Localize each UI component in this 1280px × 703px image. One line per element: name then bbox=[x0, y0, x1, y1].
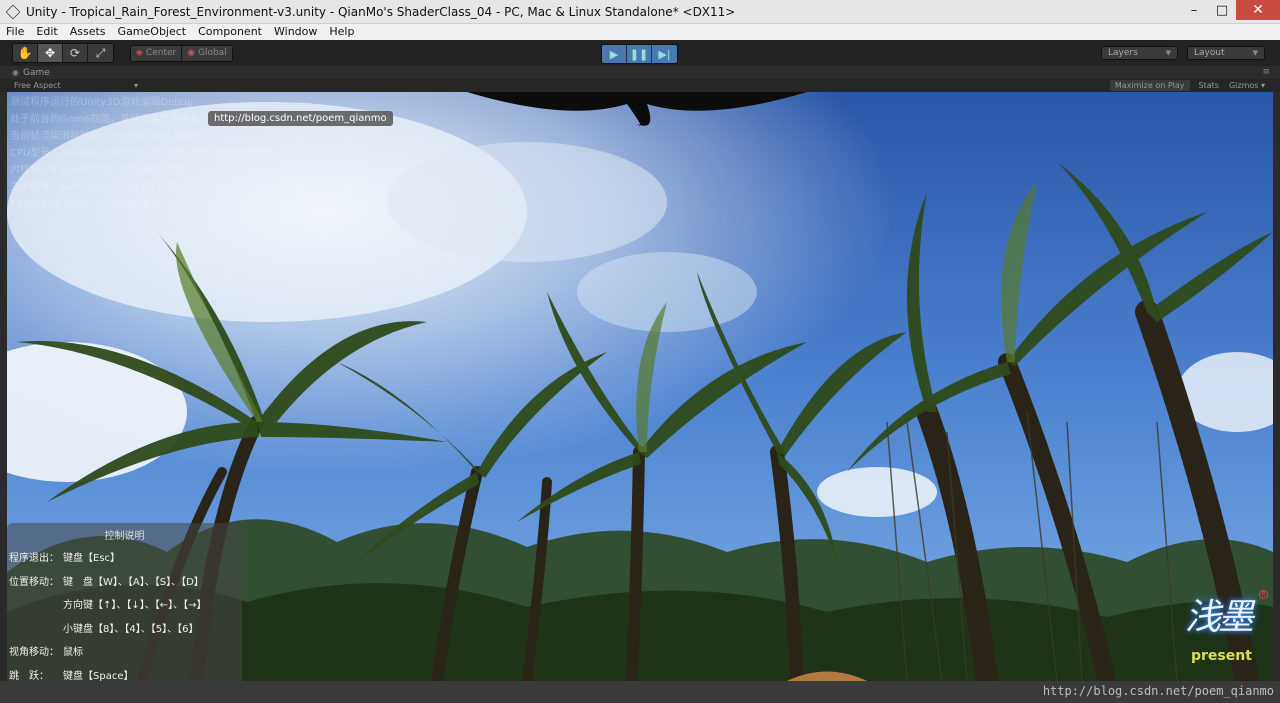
url-tooltip: http://blog.csdn.net/poem_qianmo bbox=[208, 111, 393, 126]
stats-line: 测试程序运行的Unity3D游戏编辑Debug bbox=[10, 97, 194, 108]
layout-label: Layout bbox=[1194, 48, 1225, 58]
stats-line: 内核数：4 core核心数，7919MB 内存 bbox=[10, 165, 186, 176]
help-value: 键盘【Space】 bbox=[63, 671, 134, 681]
game-tab-header: ◉ Game ≡ bbox=[0, 66, 1280, 79]
pivot-center-toggle[interactable]: ◈ Center bbox=[131, 45, 183, 61]
stats-line: 显卡型号：NVIDIA GeForce GTX 750 Ti bbox=[10, 182, 197, 193]
unity-logo-icon bbox=[5, 4, 21, 19]
help-value: 键盘【Esc】 bbox=[63, 553, 121, 564]
help-label: 位置移动： bbox=[9, 577, 59, 588]
title-bar: Unity - Tropical_Rain_Forest_Environment… bbox=[0, 0, 1280, 24]
controls-help-panel: 控制说明 程序退出： 键盘【Esc】 位置移动： 键 盘【W】、【A】、【S】、【D… bbox=[7, 523, 242, 681]
pivot-toggles: ◈ Center ◉ Global bbox=[130, 44, 233, 62]
game-viewport[interactable]: 测试程序运行的Unity3D游戏编辑Debug 处于前台的Game视图，其他渲染… bbox=[7, 92, 1273, 681]
maximize-on-play-toggle[interactable]: Maximize on Play bbox=[1109, 80, 1190, 91]
help-value: 方向键【↑】、【↓】、【←】、【→】 bbox=[63, 600, 207, 611]
maximize-button[interactable]: □ bbox=[1208, 0, 1236, 20]
tab-game-label: Game bbox=[22, 67, 50, 78]
chevron-down-icon: ▼ bbox=[1252, 49, 1258, 57]
window-controls: – □ ✕ bbox=[1180, 0, 1280, 22]
stats-line: CPU型号：Intel(R) Core(TM) i5-4590 CPU @ 2.… bbox=[10, 148, 271, 159]
close-button[interactable]: ✕ bbox=[1236, 0, 1280, 20]
help-value: 鼠标 bbox=[63, 647, 83, 658]
tab-game[interactable]: ◉ Game bbox=[12, 68, 50, 78]
scale-icon: ⤢ bbox=[95, 45, 106, 60]
menu-window[interactable]: Window bbox=[268, 24, 323, 40]
chevron-down-icon: ▼ bbox=[1165, 49, 1171, 57]
help-value: 小键盘【8】、【4】、【5】、【6】 bbox=[63, 624, 199, 635]
hand-icon: ✋ bbox=[17, 46, 33, 60]
step-button[interactable]: ▶| bbox=[652, 45, 677, 63]
help-title: 控制说明 bbox=[104, 531, 145, 542]
menu-assets[interactable]: Assets bbox=[64, 24, 112, 40]
scale-tool-button[interactable]: ⤢ bbox=[88, 44, 113, 62]
logo-mark: 浅墨 bbox=[1185, 597, 1254, 638]
move-tool-button[interactable]: ✥ bbox=[38, 44, 63, 62]
stats-line: 当前帧渲染消耗时间：9.4 ms (106 帧每秒) bbox=[10, 131, 208, 142]
game-toolbar: Free Aspect ▾ Maximize on Play Stats Giz… bbox=[0, 79, 1280, 92]
pivot-global-label: Global bbox=[198, 48, 227, 58]
help-row: 位置移动： 键 盘【W】、【A】、【S】、【D】 bbox=[9, 573, 204, 588]
help-row: 跳 跃： 键盘【Space】 bbox=[9, 667, 133, 681]
playback-controls: ▶ ❚❚ ▶| bbox=[601, 44, 678, 64]
rotate-tool-button[interactable]: ⟳ bbox=[63, 44, 88, 62]
pause-button[interactable]: ❚❚ bbox=[627, 45, 652, 63]
window-title: Unity - Tropical_Rain_Forest_Environment… bbox=[26, 4, 736, 19]
watermark: http://blog.csdn.net/poem_qianmo bbox=[1042, 684, 1274, 698]
menu-edit[interactable]: Edit bbox=[30, 24, 63, 40]
gizmos-label: Gizmos bbox=[1228, 81, 1259, 90]
layers-dropdown[interactable]: Layers ▼ bbox=[1101, 46, 1178, 60]
menu-help[interactable]: Help bbox=[323, 24, 360, 40]
gizmos-dropdown[interactable]: Gizmos ▾ bbox=[1224, 80, 1270, 91]
help-row: 方向键【↑】、【↓】、【←】、【→】 bbox=[9, 596, 207, 611]
globe-icon: ◉ bbox=[187, 48, 196, 58]
transform-tools: ✋ ✥ ⟳ ⤢ bbox=[12, 43, 114, 63]
move-icon: ✥ bbox=[44, 46, 56, 60]
play-icon: ▶ bbox=[609, 47, 619, 61]
gamepad-icon: ◉ bbox=[12, 68, 19, 77]
menu-gameobject[interactable]: GameObject bbox=[112, 24, 193, 40]
pivot-center-label: Center bbox=[145, 48, 177, 58]
panel-menu-icon[interactable]: ≡ bbox=[1262, 67, 1270, 77]
menu-component[interactable]: Component bbox=[192, 24, 268, 40]
help-label: 视角移动： bbox=[9, 647, 59, 658]
menu-bar: File Edit Assets GameObject Component Wi… bbox=[0, 24, 1280, 40]
pause-icon: ❚❚ bbox=[629, 47, 649, 61]
chevron-down-icon: ▾ bbox=[133, 81, 138, 90]
play-button[interactable]: ▶ bbox=[602, 45, 627, 63]
stats-line: 1920x768 60Hz (2072MB 显存) bbox=[10, 199, 165, 210]
help-row: 视角移动： 鼠标 bbox=[9, 643, 83, 658]
status-bar: http://blog.csdn.net/poem_qianmo bbox=[0, 681, 1280, 703]
aspect-dropdown[interactable]: Free Aspect ▾ bbox=[14, 81, 138, 90]
pivot-icon: ◈ bbox=[136, 48, 143, 58]
help-row: 小键盘【8】、【4】、【5】、【6】 bbox=[9, 620, 198, 635]
step-icon: ▶| bbox=[658, 47, 671, 61]
logo-subtitle: present bbox=[1191, 648, 1252, 664]
help-row: 程序退出： 键盘【Esc】 bbox=[9, 549, 120, 564]
help-label: 程序退出： bbox=[9, 553, 59, 564]
help-value: 键 盘【W】、【A】、【S】、【D】 bbox=[63, 577, 204, 588]
stats-toggle[interactable]: Stats bbox=[1194, 80, 1224, 91]
right-edge bbox=[1273, 92, 1280, 681]
help-label: 跳 跃： bbox=[9, 671, 49, 681]
rotate-icon: ⟳ bbox=[69, 46, 81, 60]
main-toolbar: ✋ ✥ ⟳ ⤢ ◈ Center ◉ Global ▶ ❚❚ ▶| Layers ▼… bbox=[0, 40, 1280, 66]
qianmo-logo: 浅墨 R present bbox=[1185, 588, 1269, 670]
menu-file[interactable]: File bbox=[0, 24, 30, 40]
minimize-button[interactable]: – bbox=[1180, 0, 1208, 20]
game-toolbar-right: Maximize on Play Stats Gizmos ▾ bbox=[1109, 79, 1270, 92]
pivot-global-toggle[interactable]: ◉ Global bbox=[182, 45, 232, 61]
registered-icon: R bbox=[1259, 590, 1268, 599]
layers-label: Layers bbox=[1108, 48, 1138, 58]
hand-tool-button[interactable]: ✋ bbox=[13, 44, 38, 62]
aspect-label: Free Aspect bbox=[14, 81, 61, 90]
unity-editor-window: Unity - Tropical_Rain_Forest_Environment… bbox=[0, 0, 1280, 703]
layout-dropdown[interactable]: Layout ▼ bbox=[1187, 46, 1265, 60]
